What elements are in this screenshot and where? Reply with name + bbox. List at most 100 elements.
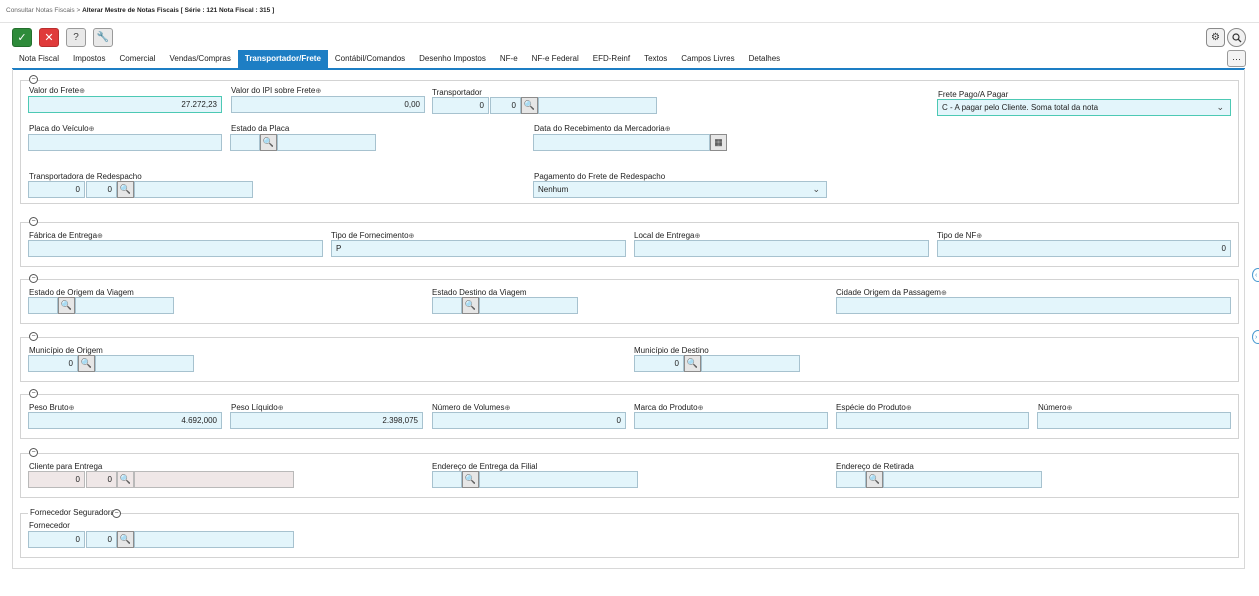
- especie-produto-field[interactable]: [836, 412, 1029, 429]
- municipio-destino-name-field[interactable]: [701, 355, 800, 372]
- estado-destino-field[interactable]: [432, 297, 462, 314]
- estado-origem-name-field[interactable]: [75, 297, 174, 314]
- info-icon: ⊕: [97, 233, 103, 240]
- valor-ipi-field[interactable]: 0,00: [231, 96, 425, 113]
- endereco-filial-search-button[interactable]: 🔍: [462, 471, 479, 488]
- frete-pago-select[interactable]: C - A pagar pelo Cliente. Soma total da …: [937, 99, 1231, 116]
- pagamento-redespacho-select[interactable]: Nenhum ⌄: [533, 181, 827, 198]
- calendar-button[interactable]: ▦: [710, 134, 727, 151]
- settings-button[interactable]: ⚙: [1206, 28, 1225, 47]
- marca-produto-field[interactable]: [634, 412, 828, 429]
- label-cidade-passagem: Cidade Origem da Passagem⊕: [836, 288, 947, 297]
- tab-nfe[interactable]: NF-e: [493, 50, 525, 68]
- tab-textos[interactable]: Textos: [637, 50, 674, 68]
- cidade-passagem-field[interactable]: [836, 297, 1231, 314]
- local-entrega-field[interactable]: [634, 240, 929, 257]
- collapse-icon[interactable]: −: [29, 389, 38, 398]
- transportador-name-field[interactable]: [538, 97, 657, 114]
- municipio-origem-field[interactable]: 0: [28, 355, 78, 372]
- tipo-nf-field[interactable]: 0: [937, 240, 1231, 257]
- tools-button[interactable]: 🔧: [93, 28, 113, 47]
- num-volumes-field[interactable]: 0: [432, 412, 626, 429]
- redespacho-code-field[interactable]: 0: [28, 181, 85, 198]
- tab-contabil-comandos[interactable]: Contábil/Comandos: [328, 50, 412, 68]
- estado-placa-field[interactable]: [230, 134, 260, 151]
- info-icon: ⊕: [697, 405, 704, 412]
- tab-transportador-frete[interactable]: Transportador/Frete: [237, 50, 328, 68]
- label-data-recebimento: Data do Recebimento da Mercadoria⊕: [534, 124, 671, 133]
- page-title: Alterar Mestre de Notas Fiscais [ Série …: [82, 7, 275, 14]
- data-recebimento-field[interactable]: [533, 134, 710, 151]
- estado-placa-name-field[interactable]: [277, 134, 376, 151]
- tab-nota-fiscal[interactable]: Nota Fiscal: [12, 50, 66, 68]
- collapse-icon[interactable]: −: [29, 217, 38, 226]
- numero-field[interactable]: [1037, 412, 1231, 429]
- breadcrumb-parent-link[interactable]: Consultar Notas Fiscais: [6, 7, 75, 14]
- redespacho-name-field[interactable]: [134, 181, 253, 198]
- info-icon: ⊕: [504, 405, 511, 412]
- label-transp-redespacho: Transportadora de Redespacho: [29, 172, 142, 181]
- collapse-icon[interactable]: −: [112, 509, 121, 518]
- transportador-search-button[interactable]: 🔍: [521, 97, 538, 114]
- peso-liquido-field[interactable]: 2.398,075: [230, 412, 423, 429]
- fornecedor-search-button[interactable]: 🔍: [117, 531, 134, 548]
- info-icon: ⊕: [976, 233, 983, 240]
- side-panel-handle[interactable]: ‹: [1252, 268, 1259, 282]
- placa-field[interactable]: [28, 134, 222, 151]
- cancel-button[interactable]: ✕: [39, 28, 59, 47]
- fornecedor-code-field[interactable]: 0: [28, 531, 85, 548]
- endereco-retirada-name-field[interactable]: [883, 471, 1042, 488]
- info-icon: ⊕: [664, 126, 671, 133]
- label-cliente-entrega: Cliente para Entrega: [29, 462, 103, 471]
- valor-frete-field[interactable]: 27.272,23: [28, 96, 222, 113]
- search-icon: 🔍: [60, 300, 73, 310]
- endereco-retirada-search-button[interactable]: 🔍: [866, 471, 883, 488]
- side-panel-handle[interactable]: ›: [1252, 330, 1259, 344]
- endereco-filial-field[interactable]: [432, 471, 462, 488]
- collapse-icon[interactable]: −: [29, 274, 38, 283]
- transportador-code-field[interactable]: 0: [432, 97, 489, 114]
- fornecedor-name-field[interactable]: [134, 531, 294, 548]
- municipio-destino-search-button[interactable]: 🔍: [684, 355, 701, 372]
- municipio-destino-field[interactable]: 0: [634, 355, 684, 372]
- fornecedor-sub-field[interactable]: 0: [86, 531, 117, 548]
- search-icon: 🔍: [523, 100, 536, 110]
- collapse-icon[interactable]: −: [29, 332, 38, 341]
- tab-campos-livres[interactable]: Campos Livres: [674, 50, 741, 68]
- transportador-sub-field[interactable]: 0: [490, 97, 521, 114]
- tab-desenho-impostos[interactable]: Desenho Impostos: [412, 50, 493, 68]
- municipio-origem-search-button[interactable]: 🔍: [78, 355, 95, 372]
- gear-icon: ⚙: [1211, 32, 1220, 43]
- estado-origem-field[interactable]: [28, 297, 58, 314]
- estado-origem-search-button[interactable]: 🔍: [58, 297, 75, 314]
- search-icon: 🔍: [119, 184, 132, 194]
- label-num-volumes: Número de Volumes⊕: [432, 403, 511, 412]
- tab-vendas-compras[interactable]: Vendas/Compras: [163, 50, 238, 68]
- tab-impostos[interactable]: Impostos: [66, 50, 112, 68]
- peso-bruto-field[interactable]: 4.692,000: [28, 412, 222, 429]
- label-municipio-destino: Município de Destino: [634, 346, 709, 355]
- tipo-fornecimento-field[interactable]: P: [331, 240, 626, 257]
- estado-destino-search-button[interactable]: 🔍: [462, 297, 479, 314]
- tab-comercial[interactable]: Comercial: [112, 50, 162, 68]
- fabrica-field[interactable]: [28, 240, 323, 257]
- search-button[interactable]: [1227, 28, 1246, 47]
- confirm-button[interactable]: ✓: [12, 28, 32, 47]
- estado-placa-search-button[interactable]: 🔍: [260, 134, 277, 151]
- more-tabs-button[interactable]: ···: [1227, 50, 1246, 67]
- tab-efd-reinf[interactable]: EFD-Reinf: [586, 50, 637, 68]
- municipio-origem-name-field[interactable]: [95, 355, 194, 372]
- help-button[interactable]: ?: [66, 28, 86, 47]
- redespacho-sub-field[interactable]: 0: [86, 181, 117, 198]
- section-municipio: [20, 337, 1239, 382]
- endereco-retirada-field[interactable]: [836, 471, 866, 488]
- collapse-icon[interactable]: −: [29, 448, 38, 457]
- collapse-icon[interactable]: −: [29, 75, 38, 84]
- redespacho-search-button[interactable]: 🔍: [117, 181, 134, 198]
- endereco-filial-name-field[interactable]: [479, 471, 638, 488]
- search-icon: [1231, 32, 1241, 42]
- label-fabrica: Fábrica de Entrega⊕: [29, 231, 103, 240]
- tab-nfe-federal[interactable]: NF-e Federal: [525, 50, 586, 68]
- tab-detalhes[interactable]: Detalhes: [742, 50, 788, 68]
- estado-destino-name-field[interactable]: [479, 297, 578, 314]
